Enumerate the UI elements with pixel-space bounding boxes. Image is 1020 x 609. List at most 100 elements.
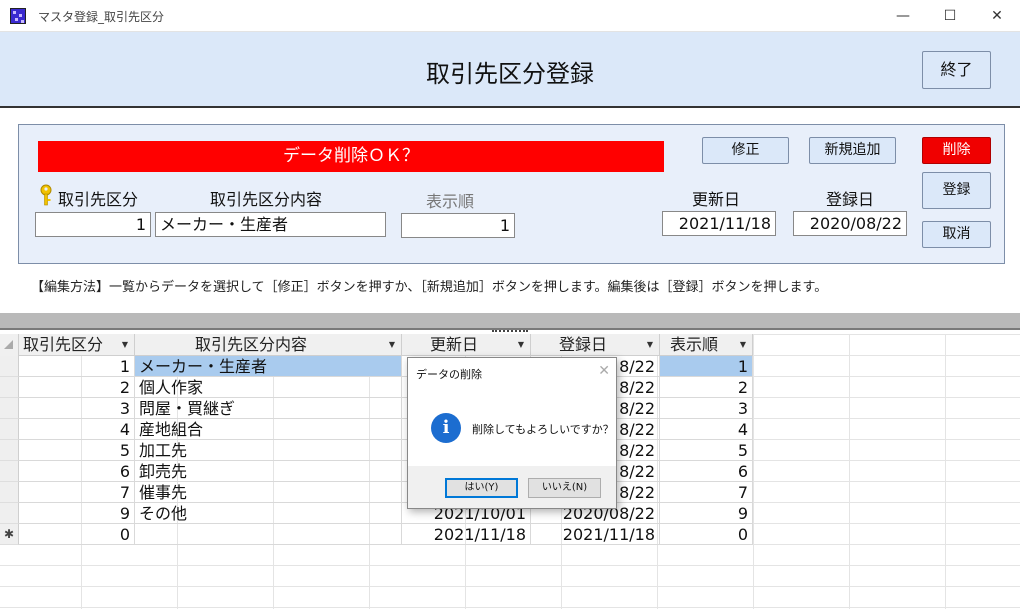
page-title: 取引先区分登録 <box>426 60 594 88</box>
yes-button[interactable]: はい(Y) <box>445 478 518 498</box>
sort-arrow-icon: ▼ <box>517 340 524 349</box>
maximize-button[interactable]: ☐ <box>927 0 973 32</box>
order-label: 表示順 <box>426 192 475 211</box>
registered-label: 登録日 <box>826 190 875 209</box>
cell-order[interactable]: 2 <box>660 377 753 398</box>
table-row[interactable]: 5 加工先 8/22 5 <box>0 440 753 461</box>
delete-button[interactable]: 削除 <box>922 137 991 164</box>
header-order[interactable]: 表示順 ▼ <box>660 334 753 356</box>
key-icon <box>40 184 52 206</box>
cell-content[interactable] <box>135 524 402 545</box>
status-banner: データ削除ＯＫ？ <box>38 141 664 172</box>
code-label: 取引先区分 <box>58 190 139 209</box>
cell-code[interactable]: 2 <box>19 377 135 398</box>
cell-order[interactable]: 1 <box>660 356 753 377</box>
row-selector[interactable] <box>0 377 19 398</box>
header-updated[interactable]: 更新日 ▼ <box>402 334 531 356</box>
dialog-title: データの削除 <box>416 368 482 381</box>
header-updated-label: 更新日 <box>430 335 479 354</box>
order-field[interactable]: 1 <box>401 213 515 238</box>
minimize-button[interactable]: — <box>880 0 926 32</box>
cell-content[interactable]: 個人作家 <box>135 377 402 398</box>
header-registered[interactable]: 登録日 ▼ <box>531 334 660 356</box>
table-row[interactable]: ✱ 0 2021/11/18 2021/11/18 0 <box>0 524 753 545</box>
table-row[interactable]: 7 催事先 8/22 7 <box>0 482 753 503</box>
no-button[interactable]: いいえ(N) <box>528 478 601 498</box>
splitter-grip[interactable] <box>492 330 528 333</box>
content-label: 取引先区分内容 <box>210 190 323 209</box>
cell-order[interactable]: 6 <box>660 461 753 482</box>
cell-content[interactable]: 卸売先 <box>135 461 402 482</box>
cell-code[interactable]: 3 <box>19 398 135 419</box>
updated-field: 2021/11/18 <box>662 211 776 236</box>
updated-label: 更新日 <box>692 190 741 209</box>
cell-updated[interactable]: 2021/11/18 <box>402 524 531 545</box>
cancel-button[interactable]: 取消 <box>922 221 991 248</box>
cell-code[interactable]: 1 <box>19 356 135 377</box>
cell-code[interactable]: 0 <box>19 524 135 545</box>
content-field[interactable]: メーカー・生産者 <box>155 212 386 237</box>
dialog-message: 削除してもよろしいですか？ <box>472 423 614 436</box>
cell-content[interactable]: その他 <box>135 503 402 524</box>
cell-order[interactable]: 7 <box>660 482 753 503</box>
cell-content[interactable]: 加工先 <box>135 440 402 461</box>
select-all-corner[interactable] <box>0 334 19 356</box>
row-selector[interactable]: ✱ <box>0 524 19 545</box>
cell-order[interactable]: 5 <box>660 440 753 461</box>
header-registered-label: 登録日 <box>559 335 608 354</box>
table-row[interactable]: 2 個人作家 8/22 2 <box>0 377 753 398</box>
row-selector[interactable] <box>0 461 19 482</box>
info-icon: i <box>431 413 461 443</box>
header-order-label: 表示順 <box>670 335 719 354</box>
register-button[interactable]: 登録 <box>922 172 991 209</box>
exit-button[interactable]: 終了 <box>922 51 991 89</box>
modify-button[interactable]: 修正 <box>702 137 789 164</box>
sort-arrow-icon: ▼ <box>121 340 128 349</box>
table-row[interactable]: 3 問屋・買継ぎ 8/22 3 <box>0 398 753 419</box>
cell-order[interactable]: 0 <box>660 524 753 545</box>
delete-confirm-dialog: データの削除 ✕ i 削除してもよろしいですか？ はい(Y) いいえ(N) <box>407 357 617 509</box>
table-header: 取引先区分 ▼ 取引先区分内容 ▼ 更新日 ▼ 登録日 ▼ 表示順 ▼ <box>0 334 753 356</box>
row-selector[interactable] <box>0 419 19 440</box>
table-row[interactable]: 9 その他 2021/10/01 2020/08/22 9 <box>0 503 753 524</box>
table-row[interactable]: 1 メーカー・生産者 8/22 1 <box>0 356 753 377</box>
row-selector[interactable] <box>0 398 19 419</box>
cell-content[interactable]: 問屋・買継ぎ <box>135 398 402 419</box>
row-selector[interactable] <box>0 440 19 461</box>
sort-arrow-icon: ▼ <box>646 340 653 349</box>
cell-content[interactable]: 産地組合 <box>135 419 402 440</box>
app-icon <box>10 8 26 24</box>
cell-registered[interactable]: 2021/11/18 <box>531 524 660 545</box>
cell-code[interactable]: 9 <box>19 503 135 524</box>
window-title: マスタ登録_取引先区分 <box>38 10 165 24</box>
cell-code[interactable]: 5 <box>19 440 135 461</box>
table-row[interactable]: 6 卸売先 8/22 6 <box>0 461 753 482</box>
cell-code[interactable]: 7 <box>19 482 135 503</box>
cell-code[interactable]: 4 <box>19 419 135 440</box>
header-content-label: 取引先区分内容 <box>195 335 308 354</box>
header-content[interactable]: 取引先区分内容 ▼ <box>135 334 402 356</box>
registered-field: 2020/08/22 <box>793 211 907 236</box>
splitter-bar <box>0 313 1020 330</box>
cell-order[interactable]: 4 <box>660 419 753 440</box>
cell-code[interactable]: 6 <box>19 461 135 482</box>
row-selector[interactable] <box>0 503 19 524</box>
help-text: 【編集方法】一覧からデータを選択して［修正］ボタンを押すか、［新規追加］ボタンを… <box>31 280 828 295</box>
close-window-button[interactable]: ✕ <box>974 0 1020 32</box>
code-field[interactable]: 1 <box>35 212 151 237</box>
cell-order[interactable]: 9 <box>660 503 753 524</box>
header-code[interactable]: 取引先区分 ▼ <box>19 334 135 356</box>
dialog-close-icon[interactable]: ✕ <box>598 363 610 379</box>
cell-content[interactable]: 催事先 <box>135 482 402 503</box>
header-code-label: 取引先区分 <box>23 335 104 354</box>
cell-content[interactable]: メーカー・生産者 <box>135 356 402 377</box>
window-titlebar: マスタ登録_取引先区分 — ☐ ✕ <box>0 0 1020 32</box>
sort-arrow-icon: ▼ <box>739 340 746 349</box>
add-new-button[interactable]: 新規追加 <box>809 137 896 164</box>
row-selector[interactable] <box>0 356 19 377</box>
table-row[interactable]: 4 産地組合 8/22 4 <box>0 419 753 440</box>
sort-arrow-icon: ▼ <box>388 340 395 349</box>
cell-order[interactable]: 3 <box>660 398 753 419</box>
row-selector[interactable] <box>0 482 19 503</box>
form-header: 取引先区分登録 終了 <box>0 32 1020 108</box>
